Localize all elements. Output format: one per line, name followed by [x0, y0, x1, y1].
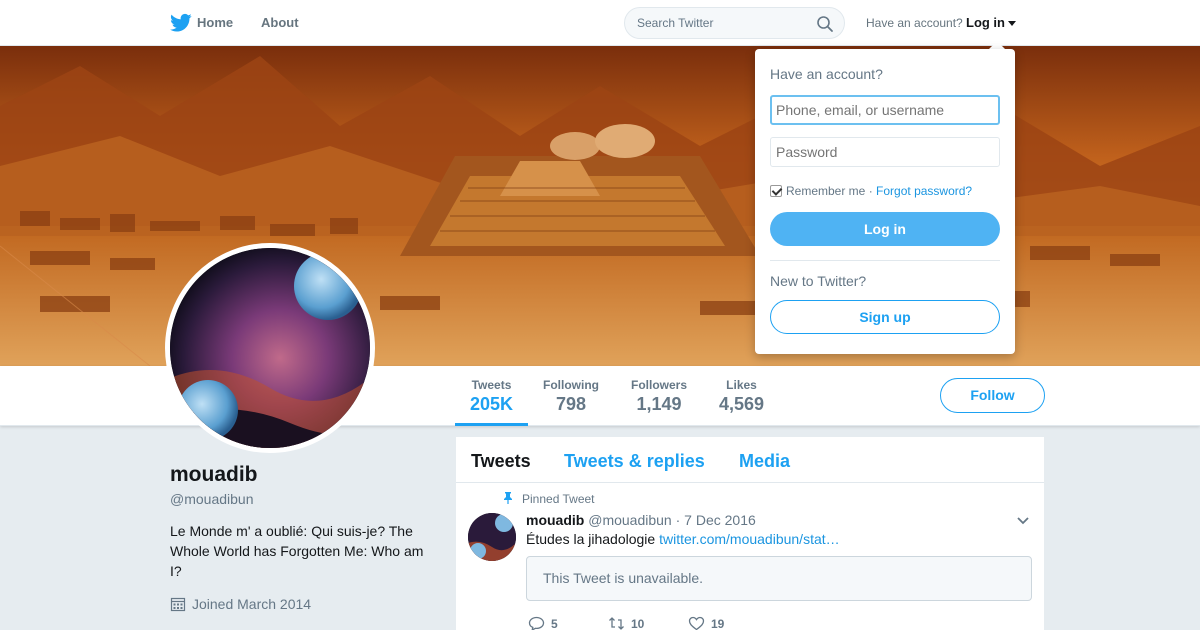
quoted-tweet-unavailable: This Tweet is unavailable. [526, 556, 1032, 601]
active-stat-underline [455, 423, 528, 426]
stat-value: 1,149 [636, 394, 682, 414]
tweet-avatar[interactable] [468, 513, 516, 561]
remember-me-checkbox[interactable] [770, 185, 782, 197]
remember-me-row: Remember me · Forgot password? [770, 184, 972, 198]
remember-separator: · [868, 184, 873, 198]
nav-about-link[interactable]: About [261, 15, 299, 30]
timeline-tabs: Tweets Tweets & replies Media [456, 437, 1044, 483]
login-button[interactable]: Log in [770, 212, 1000, 246]
profile-handle[interactable]: @mouadibun [170, 491, 254, 507]
tweet-author-name[interactable]: mouadib [526, 512, 584, 528]
stat-following[interactable]: Following 798 [543, 378, 599, 415]
avatar-image [170, 248, 370, 448]
have-account-text: Have an account? [866, 16, 963, 30]
joined-date: Joined March 2014 [170, 596, 311, 612]
new-to-twitter-text: New to Twitter? [770, 273, 867, 289]
follow-button[interactable]: Follow [940, 378, 1045, 413]
tweet-link[interactable]: twitter.com/mouadibun/stat… [659, 531, 840, 547]
pin-icon [504, 492, 512, 504]
search-input[interactable]: Search Twitter [637, 16, 713, 30]
login-dropdown-title: Have an account? [770, 66, 883, 82]
tab-tweets[interactable]: Tweets [471, 451, 531, 472]
stat-tweets[interactable]: Tweets 205K [470, 378, 513, 415]
stat-label: Tweets [471, 378, 512, 392]
reply-action[interactable]: 5 [528, 616, 558, 630]
reply-count: 5 [551, 617, 558, 630]
password-field[interactable] [770, 137, 1000, 167]
stat-likes[interactable]: Likes 4,569 [719, 378, 764, 415]
retweet-icon[interactable] [608, 616, 625, 630]
dropdown-divider [770, 260, 1000, 261]
nav-home-link[interactable]: Home [197, 15, 233, 30]
like-action[interactable]: 19 [688, 616, 724, 630]
twitter-bird-icon[interactable] [170, 13, 192, 33]
joined-text: Joined March 2014 [192, 596, 312, 612]
profile-avatar[interactable] [165, 243, 375, 453]
search-icon[interactable] [816, 15, 834, 33]
caret-down-icon[interactable] [1008, 21, 1016, 26]
heart-icon[interactable] [688, 616, 705, 630]
tab-tweets-and-replies[interactable]: Tweets & replies [564, 451, 705, 472]
stat-value: 4,569 [719, 394, 765, 414]
tweet-avatar-image [468, 513, 516, 561]
stat-label: Following [543, 378, 599, 392]
stat-label: Followers [631, 378, 688, 392]
forgot-password-link[interactable]: Forgot password? [876, 184, 972, 198]
tweet-author-handle[interactable]: @mouadibun [588, 512, 672, 528]
calendar-icon [170, 597, 186, 612]
like-count: 19 [711, 617, 725, 630]
pinned-text: Pinned Tweet [522, 492, 595, 506]
remember-me-label[interactable]: Remember me [786, 184, 865, 198]
retweet-action[interactable]: 10 [608, 616, 644, 630]
profile-name[interactable]: mouadib [170, 463, 258, 487]
reply-icon[interactable] [528, 616, 545, 630]
tab-media[interactable]: Media [739, 451, 790, 472]
tweet-date[interactable]: · 7 Dec 2016 [676, 512, 756, 528]
stat-label: Likes [726, 378, 757, 392]
search-box[interactable]: Search Twitter [624, 7, 845, 39]
pinned-tweet-label: Pinned Tweet [503, 492, 595, 506]
profile-bio: Le Monde m' a oublié: Qui suis-je? The W… [170, 523, 424, 579]
retweet-count: 10 [631, 617, 645, 630]
login-menu-button[interactable]: Log in [966, 15, 1005, 30]
tweet-body: Études la jihadologie [526, 531, 656, 547]
username-field[interactable] [770, 95, 1000, 125]
tweet-text: Études la jihadologie twitter.com/mouadi… [526, 531, 840, 547]
stat-value: 205K [470, 394, 514, 414]
stat-followers[interactable]: Followers 1,149 [631, 378, 687, 415]
stat-value: 798 [555, 394, 587, 414]
top-navigation: Home About Search Twitter Have an accoun… [0, 0, 1200, 46]
timeline: Tweets Tweets & replies Media Pinned Twe… [456, 437, 1044, 630]
login-dropdown: Have an account? Remember me · Forgot pa… [755, 49, 1015, 354]
chevron-down-icon[interactable] [1016, 516, 1030, 526]
tweet-header: mouadib @mouadibun · 7 Dec 2016 [526, 512, 756, 528]
signup-button[interactable]: Sign up [770, 300, 1000, 334]
